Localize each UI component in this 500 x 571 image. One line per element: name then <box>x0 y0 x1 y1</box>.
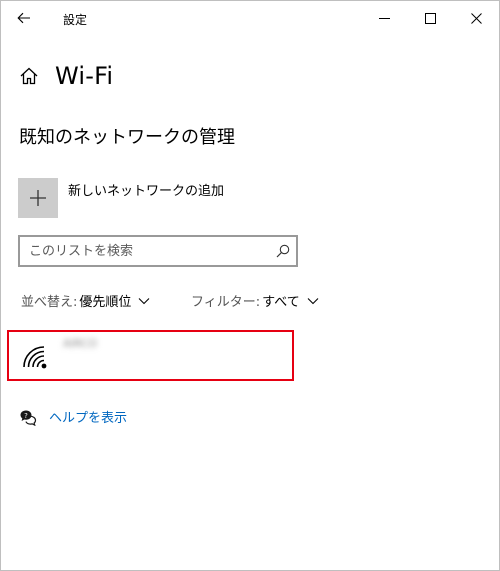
help-link[interactable]: ヘルプを表示 <box>49 407 127 426</box>
search-icon[interactable] <box>276 244 290 258</box>
filter-value[interactable]: すべて <box>262 291 300 310</box>
page-title: Wi-Fi <box>55 62 114 90</box>
chevron-down-icon[interactable] <box>138 297 150 305</box>
maximize-button[interactable] <box>407 1 453 35</box>
help-chat-icon: ? <box>19 408 37 426</box>
title-bar: 設定 <box>1 1 499 35</box>
search-input[interactable] <box>20 237 269 265</box>
settings-window: 設定 Wi-Fi 既知のネットワークの管理 新しいネットワークの追加 このリスト… <box>0 0 500 571</box>
sort-dropdown[interactable]: 並べ替え: 優先順位 <box>21 291 150 310</box>
home-icon[interactable] <box>19 65 41 87</box>
wifi-icon <box>23 346 47 369</box>
page-header: Wi-Fi <box>19 61 113 91</box>
filter-dropdown[interactable]: フィルター: すべて <box>191 291 319 310</box>
chevron-down-icon[interactable] <box>307 297 319 305</box>
search-box[interactable] <box>18 235 298 267</box>
sort-label: 並べ替え: <box>21 295 78 310</box>
filter-label: フィルター: <box>191 295 261 310</box>
back-button[interactable] <box>9 5 39 31</box>
minimize-button[interactable] <box>361 1 407 35</box>
known-network-item[interactable]: AIRCO <box>7 330 294 381</box>
section-title: 既知のネットワークの管理 <box>19 127 235 148</box>
svg-text:?: ? <box>24 411 28 419</box>
add-network-label[interactable]: 新しいネットワークの追加 <box>68 180 224 199</box>
close-icon <box>470 12 482 24</box>
minimize-icon <box>378 17 390 19</box>
maximize-icon <box>424 12 436 24</box>
sort-value[interactable]: 優先順位 <box>79 291 131 310</box>
help-link-row[interactable]: ? ヘルプを表示 <box>19 407 127 426</box>
network-name: AIRCO <box>63 337 98 350</box>
plus-icon <box>30 190 46 206</box>
close-button[interactable] <box>453 1 499 35</box>
window-title: 設定 <box>63 13 88 27</box>
add-network-button[interactable]: 新しいネットワークの追加 <box>18 178 224 218</box>
add-network-tile[interactable] <box>18 178 58 218</box>
back-arrow-icon <box>17 12 30 24</box>
